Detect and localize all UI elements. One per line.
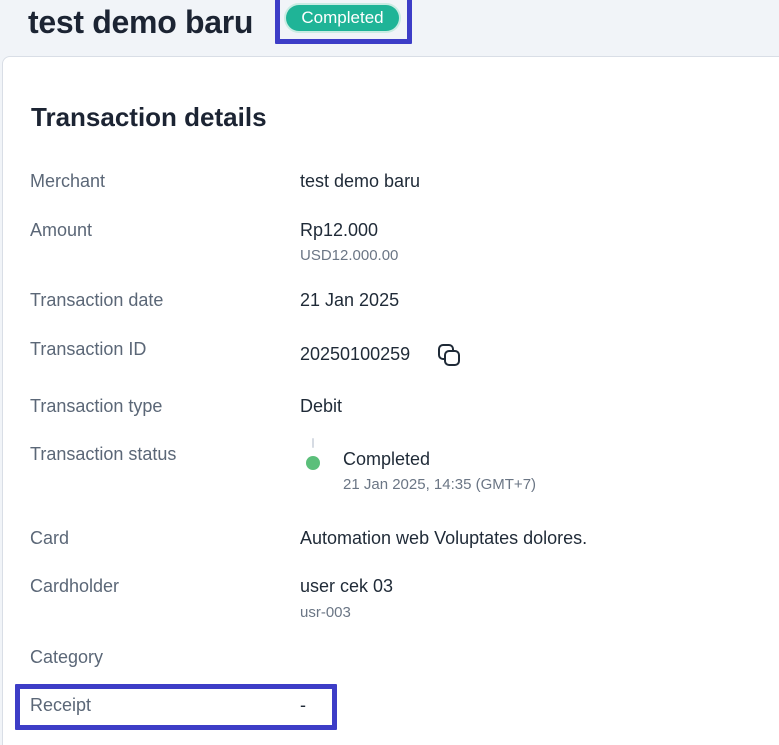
merchant-label: Merchant xyxy=(30,171,106,191)
section-title: Transaction details xyxy=(31,102,267,132)
amount-value: Rp12.000 xyxy=(300,220,379,240)
transaction-type-label: Transaction type xyxy=(30,396,163,416)
category-label: Category xyxy=(30,647,104,667)
cardholder-id: usr-003 xyxy=(300,604,351,621)
transaction-id-value: 20250100259 xyxy=(300,344,411,364)
merchant-value: test demo baru xyxy=(300,171,421,191)
transaction-id-label: Transaction ID xyxy=(30,339,147,359)
transaction-status-timestamp: 21 Jan 2025, 14:35 (GMT+7) xyxy=(343,476,537,493)
status-dot-icon xyxy=(306,456,320,470)
transaction-status-value: Completed xyxy=(343,449,431,469)
card-value: Automation web Voluptates dolores. xyxy=(300,528,588,548)
annotation-highlight-receipt xyxy=(15,684,337,730)
transaction-type-value: Debit xyxy=(300,396,343,416)
transaction-details-card: Transaction details Merchant test demo b… xyxy=(2,56,779,745)
transaction-status-label: Transaction status xyxy=(30,444,177,464)
copy-icon[interactable] xyxy=(436,342,462,368)
transaction-date-label: Transaction date xyxy=(30,290,164,310)
amount-secondary: USD12.000.00 xyxy=(300,247,399,264)
timeline-connector xyxy=(312,438,314,448)
page-header: test demo baru Completed xyxy=(0,0,779,56)
card-label: Card xyxy=(30,528,70,548)
transaction-date-value: 21 Jan 2025 xyxy=(300,290,400,310)
cardholder-value: user cek 03 xyxy=(300,576,394,596)
annotation-highlight-status xyxy=(275,0,412,44)
cardholder-label: Cardholder xyxy=(30,576,120,596)
transaction-page: test demo baru Completed Transaction det… xyxy=(0,0,779,745)
page-title: test demo baru xyxy=(28,4,254,40)
amount-label: Amount xyxy=(30,220,93,240)
